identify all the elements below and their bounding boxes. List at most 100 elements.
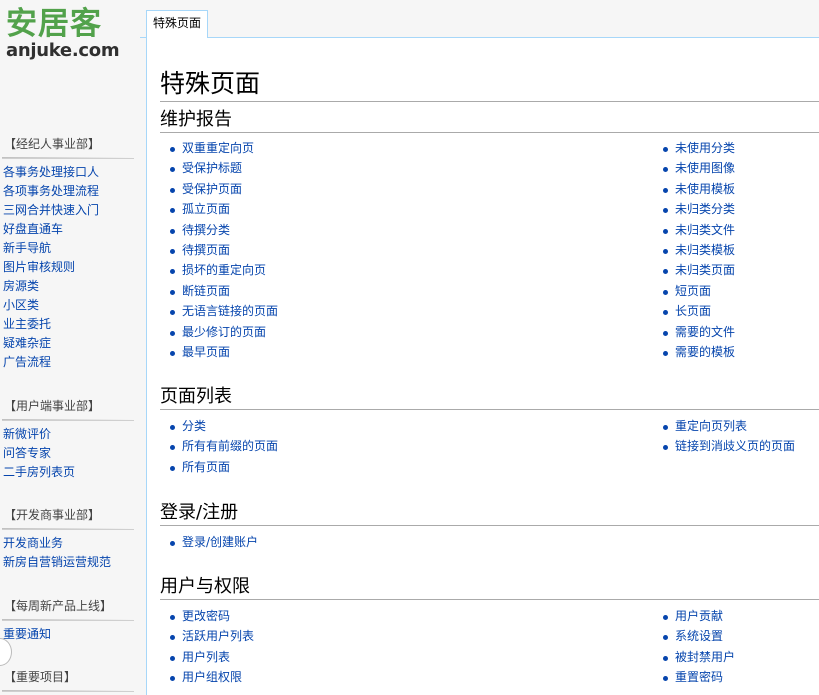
sidebar-link[interactable]: 新房自营销运营规范 <box>3 555 111 569</box>
list-item: 链接到消歧义页的页面 <box>653 436 795 456</box>
sidebar-link[interactable]: 三网合并快速入门 <box>3 203 99 217</box>
sidebar-portlet-projects: 【重要项目】 <box>0 668 140 692</box>
sidebar-link[interactable]: 小区类 <box>3 298 39 312</box>
sidebar-link[interactable]: 业主委托 <box>3 317 51 331</box>
special-page-link[interactable]: 双重重定向页 <box>182 141 254 155</box>
sidebar-link[interactable]: 新手导航 <box>3 241 51 255</box>
list-item: 用户组权限 <box>160 667 254 687</box>
sidebar-heading: 【每周新产品上线】 <box>2 597 134 621</box>
sidebar-item: 业主委托 <box>3 315 140 334</box>
special-page-link[interactable]: 所有页面 <box>182 460 230 474</box>
sidebar-link[interactable]: 开发商业务 <box>3 536 63 550</box>
sidebar-link[interactable]: 图片审核规则 <box>3 260 75 274</box>
list-item: 需要的文件 <box>653 322 735 342</box>
list-item: 活跃用户列表 <box>160 626 254 646</box>
tab-special-pages[interactable]: 特殊页面 <box>146 10 208 38</box>
sidebar-link[interactable]: 广告流程 <box>3 355 51 369</box>
anjuke-logo[interactable]: 安居客 anjuke.com <box>6 6 126 68</box>
sidebar-list: 新微评价 问答专家 二手房列表页 <box>0 425 140 482</box>
section-right-column: 重定向页列表 链接到消歧义页的页面 <box>653 416 795 457</box>
special-page-link[interactable]: 断链页面 <box>182 284 230 298</box>
sidebar-item: 三网合并快速入门 <box>3 201 140 220</box>
list-item: 系统设置 <box>653 626 735 646</box>
list-item: 待撰页面 <box>160 240 278 260</box>
special-page-link[interactable]: 重置密码 <box>675 670 723 684</box>
section-left-column: 登录/创建账户 <box>160 532 258 552</box>
sidebar-link[interactable]: 二手房列表页 <box>3 465 75 479</box>
sidebar-link[interactable]: 重要通知 <box>3 627 51 641</box>
list-item: 最早页面 <box>160 342 278 362</box>
special-page-link[interactable]: 用户组权限 <box>182 670 242 684</box>
list-item: 受保护标题 <box>160 158 278 178</box>
list-item: 未使用模板 <box>653 179 735 199</box>
special-page-link[interactable]: 未归类文件 <box>675 223 735 237</box>
special-page-link[interactable]: 最少修订的页面 <box>182 325 266 339</box>
sidebar-item: 新微评价 <box>3 425 140 444</box>
special-page-link[interactable]: 未使用图像 <box>675 161 735 175</box>
special-page-link[interactable]: 长页面 <box>675 304 711 318</box>
special-page-link[interactable]: 重定向页列表 <box>675 419 747 433</box>
logo-chinese-text: 安居客 <box>6 6 102 42</box>
list-item: 被封禁用户 <box>653 647 735 667</box>
list-item: 所有有前缀的页面 <box>160 436 278 456</box>
section-users-rights: 用户与权限 更改密码 活跃用户列表 用户列表 用户组权限 用户贡献 系统设置 被… <box>160 575 819 684</box>
sidebar-list: 各事务处理接口人 各项事务处理流程 三网合并快速入门 好盘直通车 新手导航 图片… <box>0 163 140 372</box>
sidebar-link[interactable]: 问答专家 <box>3 446 51 460</box>
sidebar-item: 好盘直通车 <box>3 220 140 239</box>
sidebar-link[interactable]: 各项事务处理流程 <box>3 184 99 198</box>
sidebar-heading: 【开发商事业部】 <box>2 506 134 530</box>
special-page-link[interactable]: 登录/创建账户 <box>182 535 258 549</box>
special-page-link[interactable]: 更改密码 <box>182 609 230 623</box>
special-page-link[interactable]: 所有有前缀的页面 <box>182 439 278 453</box>
list-item: 待撰分类 <box>160 220 278 240</box>
left-panel: 安居客 anjuke.com 【经纪人事业部】 各事务处理接口人 各项事务处理流… <box>0 0 140 695</box>
special-page-link[interactable]: 损坏的重定向页 <box>182 263 266 277</box>
special-page-link[interactable]: 未归类分类 <box>675 202 735 216</box>
sidebar-link[interactable]: 疑难杂症 <box>3 336 51 350</box>
special-page-link[interactable]: 无语言链接的页面 <box>182 304 278 318</box>
special-page-link[interactable]: 用户列表 <box>182 650 230 664</box>
special-page-link[interactable]: 受保护页面 <box>182 182 242 196</box>
sidebar-list: 重要通知 <box>0 625 140 644</box>
special-page-link[interactable]: 链接到消歧义页的页面 <box>675 439 795 453</box>
special-page-link[interactable]: 待撰分类 <box>182 223 230 237</box>
special-page-link[interactable]: 分类 <box>182 419 206 433</box>
sidebar-item: 各项事务处理流程 <box>3 182 140 201</box>
special-page-link[interactable]: 未归类模板 <box>675 243 735 257</box>
section-right-column: 未使用分类 未使用图像 未使用模板 未归类分类 未归类文件 未归类模板 未归类页… <box>653 138 735 362</box>
special-page-link[interactable]: 短页面 <box>675 284 711 298</box>
special-page-link[interactable]: 最早页面 <box>182 345 230 359</box>
list-item: 长页面 <box>653 301 735 321</box>
section-heading: 登录/注册 <box>160 501 819 526</box>
sidebar-item: 各事务处理接口人 <box>3 163 140 182</box>
special-page-link[interactable]: 系统设置 <box>675 629 723 643</box>
sidebar-link[interactable]: 好盘直通车 <box>3 222 63 236</box>
sidebar-link[interactable]: 各事务处理接口人 <box>3 165 99 179</box>
sidebar-item: 小区类 <box>3 296 140 315</box>
special-page-link[interactable]: 活跃用户列表 <box>182 629 254 643</box>
sidebar-link[interactable]: 房源类 <box>3 279 39 293</box>
sidebar-link[interactable]: 新微评价 <box>3 427 51 441</box>
sidebar-portlet-user: 【用户端事业部】 新微评价 问答专家 二手房列表页 <box>0 397 140 482</box>
special-page-link[interactable]: 受保护标题 <box>182 161 242 175</box>
list-item: 分类 <box>160 416 278 436</box>
list-item: 未使用图像 <box>653 158 735 178</box>
special-page-link[interactable]: 需要的文件 <box>675 325 735 339</box>
special-page-link[interactable]: 需要的模板 <box>675 345 735 359</box>
section-left-column: 双重重定向页 受保护标题 受保护页面 孤立页面 待撰分类 待撰页面 损坏的重定向… <box>160 138 278 362</box>
sidebar-item: 问答专家 <box>3 444 140 463</box>
list-item: 重定向页列表 <box>653 416 795 436</box>
special-page-link[interactable]: 待撰页面 <box>182 243 230 257</box>
special-page-link[interactable]: 未归类页面 <box>675 263 735 277</box>
list-item: 未归类模板 <box>653 240 735 260</box>
special-page-link[interactable]: 未使用分类 <box>675 141 735 155</box>
section-maintenance-reports: 维护报告 双重重定向页 受保护标题 受保护页面 孤立页面 待撰分类 待撰页面 损… <box>160 108 819 359</box>
special-page-link[interactable]: 用户贡献 <box>675 609 723 623</box>
special-page-link[interactable]: 未使用模板 <box>675 182 735 196</box>
sidebar-heading: 【用户端事业部】 <box>2 397 134 421</box>
sidebar-item: 新手导航 <box>3 239 140 258</box>
special-page-link[interactable]: 孤立页面 <box>182 202 230 216</box>
special-page-link[interactable]: 被封禁用户 <box>675 650 735 664</box>
list-item: 无语言链接的页面 <box>160 301 278 321</box>
list-item: 更改密码 <box>160 606 254 626</box>
